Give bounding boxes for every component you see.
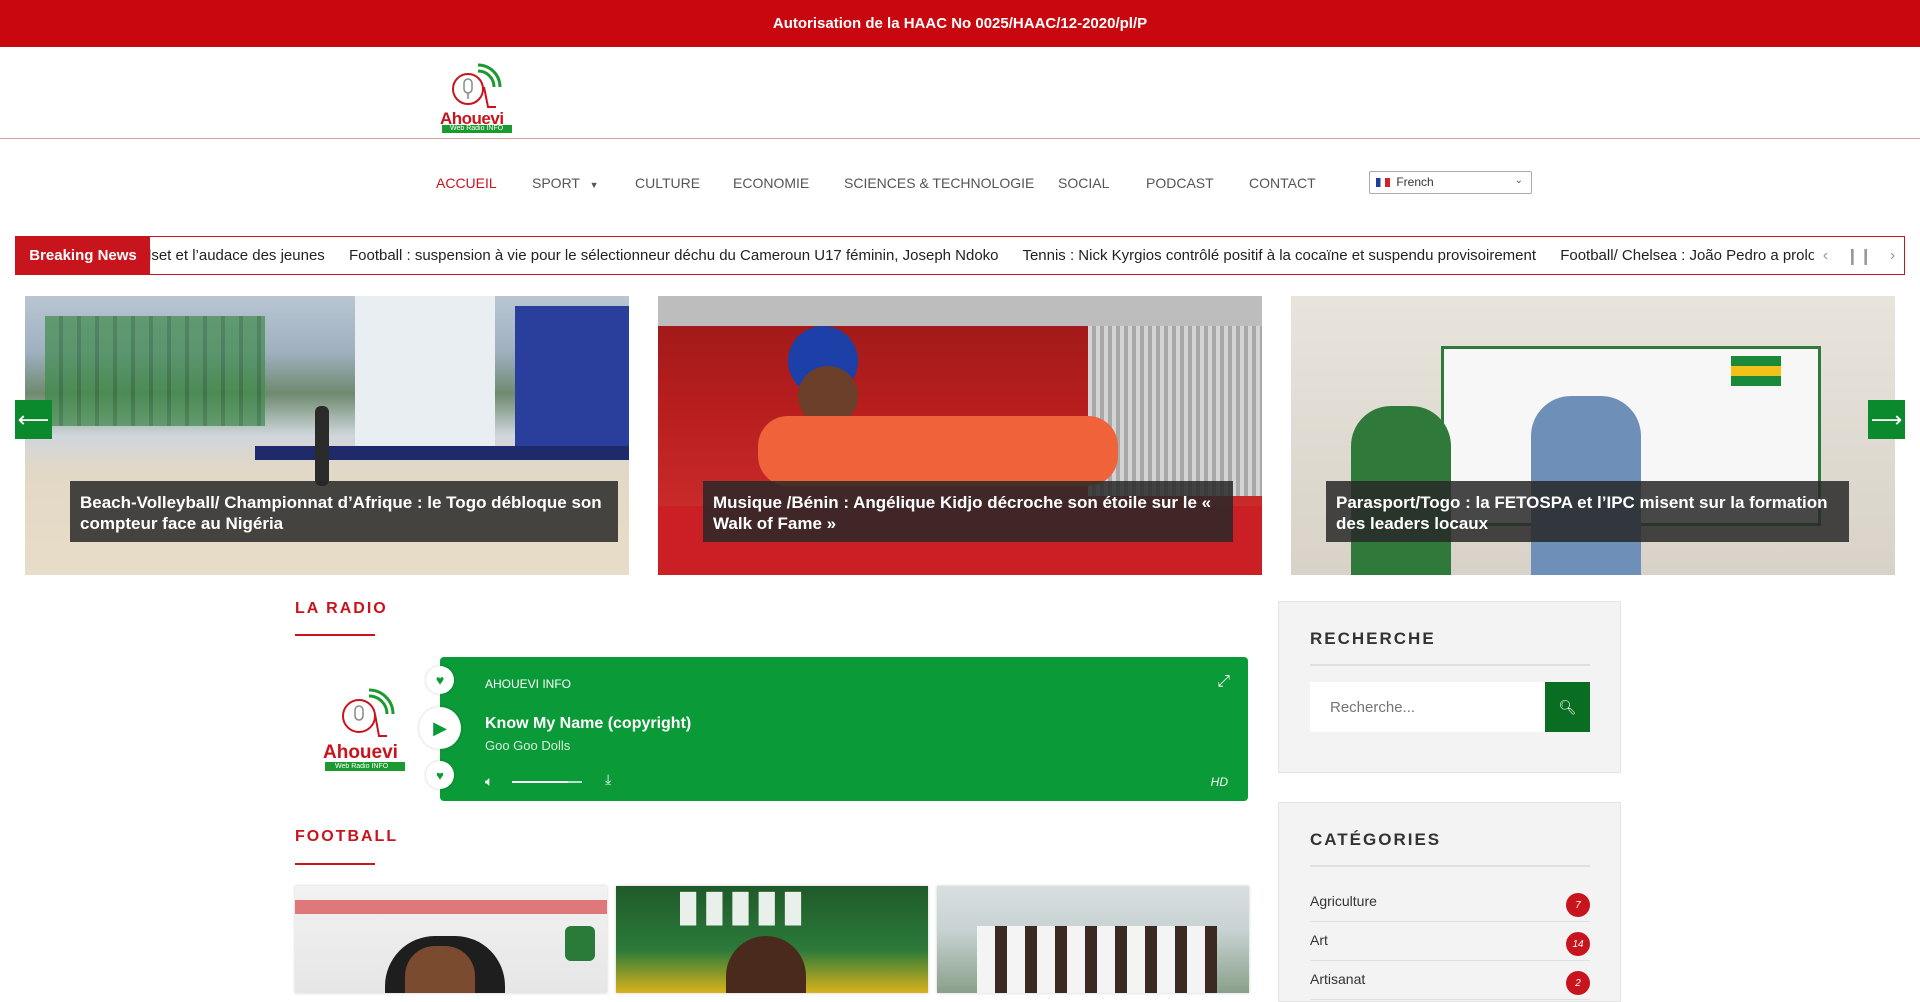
search-input[interactable] <box>1310 682 1546 732</box>
nav-item-sport-label: SPORT <box>532 175 580 191</box>
featured-slider: Beach-Volleyball/ Championnat d’Afrique … <box>0 296 1920 576</box>
radio-station-name: AHOUEVI INFO <box>485 677 572 691</box>
category-name: Agriculture <box>1310 893 1377 909</box>
breaking-news-label: Breaking News <box>16 237 150 274</box>
ticker-track: dset et l’audace des jeunes Football : s… <box>143 237 1823 274</box>
radio-section-underline <box>295 634 375 636</box>
ticker-items: dset et l’audace des jeunes Football : s… <box>143 247 1823 264</box>
article-image <box>937 886 1249 993</box>
nav-item-social[interactable]: SOCIAL <box>1058 175 1109 191</box>
search-widget-divider <box>1310 664 1590 666</box>
french-flag-icon <box>1376 178 1390 187</box>
header-logo-bar: Ahouevi Web Radio INFO <box>0 47 1920 139</box>
slide-caption[interactable]: Parasport/Togo : la FETOSPA et l’IPC mis… <box>1326 481 1849 542</box>
dislike-button[interactable]: ♥ <box>426 761 454 789</box>
slider-prev-button[interactable]: ⟵ <box>15 400 52 439</box>
slide-angelique-kidjo[interactable]: Musique /Bénin : Angélique Kidjo décroch… <box>658 296 1262 575</box>
breaking-news-ticker: Breaking News dset et l’audace des jeune… <box>15 236 1905 275</box>
search-icon: 🔍︎ <box>1558 698 1577 715</box>
ticker-item[interactable]: dset et l’audace des jeunes <box>143 247 325 264</box>
site-logo[interactable]: Ahouevi Web Radio INFO <box>438 57 514 133</box>
radio-song-artist: Goo Goo Dolls <box>485 738 571 753</box>
slide-caption[interactable]: Beach-Volleyball/ Championnat d’Afrique … <box>70 481 618 542</box>
search-widget-title: RECHERCHE <box>1310 629 1436 648</box>
article-image: ▮▮▮▮▮ <box>616 886 928 993</box>
categories-widget: CATÉGORIES Agriculture 7 Art 14 Artisana… <box>1278 802 1621 1002</box>
ticker-item[interactable]: Tennis : Nick Kyrgios contrôlé positif à… <box>1022 247 1536 264</box>
logo-tagline: Web Radio INFO <box>442 125 512 133</box>
ticker-item[interactable]: Football : suspension à vie pour le séle… <box>349 247 999 264</box>
play-button[interactable]: ▶ <box>419 707 461 749</box>
arrow-right-icon: ⟶ <box>1870 406 1903 432</box>
broken-heart-icon: ♥ <box>436 767 444 783</box>
category-item-artisanat[interactable]: Artisanat 2 <box>1310 961 1590 1000</box>
heart-icon: ♥ <box>435 672 445 688</box>
search-button[interactable]: 🔍︎ <box>1545 682 1590 732</box>
category-name: Artisanat <box>1310 971 1366 987</box>
radio-song-title: Know My Name (copyright) <box>485 715 692 732</box>
category-name: Art <box>1310 932 1328 948</box>
football-article-card[interactable] <box>937 886 1249 993</box>
article-image <box>295 886 607 993</box>
volume-icon[interactable]: 🔈︎ <box>485 773 493 790</box>
nav-item-podcast[interactable]: PODCAST <box>1146 175 1214 191</box>
radio-section-title: LA RADIO <box>295 600 388 617</box>
haac-authorization-bar: Autorisation de la HAAC No 0025/HAAC/12-… <box>0 0 1920 47</box>
fullscreen-icon[interactable]: ⤢ <box>1217 673 1230 691</box>
football-article-card[interactable]: ▮▮▮▮▮ <box>616 886 928 993</box>
nav-item-contact[interactable]: CONTACT <box>1249 175 1316 191</box>
slide-caption[interactable]: Musique /Bénin : Angélique Kidjo décroch… <box>703 481 1233 542</box>
language-select[interactable]: French ⌄ <box>1369 171 1532 194</box>
categories-widget-divider <box>1310 865 1590 867</box>
slide-beach-volleyball[interactable]: Beach-Volleyball/ Championnat d’Afrique … <box>25 296 629 575</box>
football-section-underline <box>295 863 375 865</box>
category-count-badge: 2 <box>1566 971 1590 995</box>
category-count-badge: 14 <box>1566 932 1590 956</box>
arrow-left-icon: ⟵ <box>17 406 50 432</box>
quality-badge: HD <box>1210 775 1228 789</box>
nav-item-culture[interactable]: CULTURE <box>635 175 700 191</box>
main-navigation: ACCUEIL SPORT ▼ CULTURE ECONOMIE SCIENCE… <box>0 139 1920 229</box>
haac-authorization-text: Autorisation de la HAAC No 0025/HAAC/12-… <box>772 15 1148 32</box>
nav-item-sciences-technologie[interactable]: SCIENCES & TECHNOLOGIE <box>844 175 1034 191</box>
microphone-logo-icon <box>452 63 502 108</box>
chevron-down-icon: ⌄ <box>1514 175 1523 186</box>
radio-logo-wordmark: Ahouevi <box>323 742 398 763</box>
radio-player: Ahouevi Web Radio INFO AHOUEVI INFO Know… <box>295 656 1248 802</box>
volume-slider-fill <box>512 781 568 783</box>
radio-logo-tagline: Web Radio INFO <box>325 762 405 771</box>
chevron-left-icon[interactable]: ‹ <box>1823 247 1828 265</box>
categories-widget-title: CATÉGORIES <box>1310 830 1442 849</box>
category-count-badge: 7 <box>1566 893 1590 917</box>
chevron-down-icon: ▼ <box>589 180 599 190</box>
like-button[interactable]: ♥ <box>426 666 454 694</box>
play-icon: ▶ <box>433 717 447 738</box>
language-select-value: French <box>1396 175 1434 189</box>
volume-slider[interactable] <box>512 781 582 783</box>
nav-item-accueil[interactable]: ACCUEIL <box>436 175 497 191</box>
chevron-right-icon[interactable]: › <box>1890 247 1895 265</box>
category-item-art[interactable]: Art 14 <box>1310 922 1590 961</box>
ticker-controls: ‹ ❙❙ › <box>1814 237 1904 274</box>
football-section-title: FOOTBALL <box>295 828 399 845</box>
ticker-item[interactable]: Football/ Chelsea : João Pedro a prolong… <box>1560 247 1823 264</box>
football-article-card[interactable] <box>295 886 607 993</box>
search-widget: RECHERCHE 🔍︎ <box>1278 601 1621 773</box>
nav-item-economie[interactable]: ECONOMIE <box>733 175 809 191</box>
nav-item-sport[interactable]: SPORT ▼ <box>532 175 599 191</box>
radio-player-panel: AHOUEVI INFO Know My Name (copyright) Go… <box>440 657 1248 801</box>
download-icon[interactable]: ⤓ <box>605 771 611 788</box>
pause-icon[interactable]: ❙❙ <box>1846 246 1873 266</box>
slider-next-button[interactable]: ⟶ <box>1868 400 1905 439</box>
category-item-agriculture[interactable]: Agriculture 7 <box>1310 883 1590 922</box>
slide-parasport-togo[interactable]: Parasport/Togo : la FETOSPA et l’IPC mis… <box>1291 296 1895 575</box>
